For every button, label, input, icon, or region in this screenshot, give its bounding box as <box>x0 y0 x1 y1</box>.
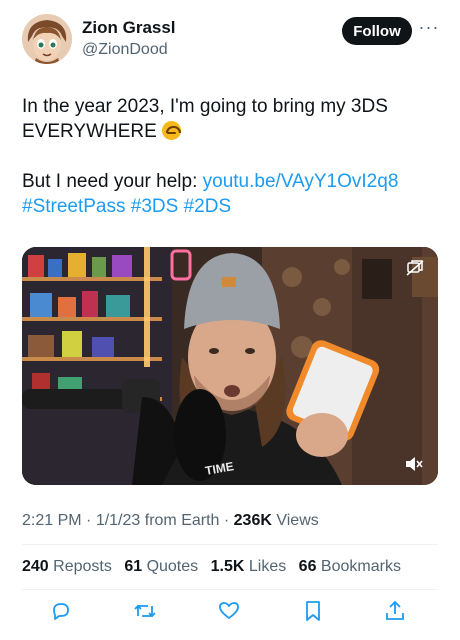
sensitive-media-icon[interactable] <box>406 259 424 277</box>
upside-down-face-icon <box>162 121 182 140</box>
stat-likes-count: 1.5K <box>210 558 245 575</box>
avatar[interactable] <box>22 14 72 64</box>
engagement-stats: 240 Reposts 61 Quotes 1.5K Likes 66 Book… <box>22 558 409 576</box>
author-name[interactable]: Zion Grassl <box>82 18 176 38</box>
stat-likes[interactable]: 1.5K Likes <box>211 558 287 575</box>
repost-icon[interactable] <box>132 598 158 624</box>
more-options-icon[interactable]: ··· <box>418 18 440 40</box>
stat-reposts-count: 240 <box>22 558 49 575</box>
action-bar <box>22 598 438 626</box>
hashtag-streetpass[interactable]: #StreetPass <box>22 196 126 217</box>
stat-bookmarks-label: Bookmarks <box>320 558 401 575</box>
tweet-link[interactable]: youtu.be/VAyY1OvI2q8 <box>203 171 399 192</box>
share-icon[interactable] <box>382 598 408 624</box>
like-icon[interactable] <box>216 598 242 624</box>
stat-likes-label: Likes <box>248 558 287 575</box>
bookmark-icon[interactable] <box>300 598 326 624</box>
tweet-line-2: But I need your help: youtu.be/VAyY1OvI2… <box>22 169 442 219</box>
tweet-line-2-prefix: But I need your help: <box>22 171 203 192</box>
author-handle[interactable]: @ZionDood <box>82 41 168 59</box>
views-count: 236K <box>233 512 272 529</box>
stat-bookmarks-count: 66 <box>298 558 317 575</box>
tweet-line-1: In the year 2023, I'm going to bring my … <box>22 94 442 144</box>
tweet-time[interactable]: 2:21 PM <box>22 512 82 529</box>
stat-quotes-count: 61 <box>124 558 143 575</box>
tweet-date[interactable]: 1/1/23 <box>96 512 140 529</box>
stat-quotes[interactable]: 61 Quotes <box>124 558 198 575</box>
video-media[interactable]: TIME <box>22 247 438 485</box>
reply-icon[interactable] <box>48 598 74 624</box>
hashtag-3ds[interactable]: #3DS <box>131 196 179 217</box>
tweet-header: Zion Grassl @ZionDood Follow ··· <box>22 14 442 66</box>
stat-reposts-label: Reposts <box>53 558 112 575</box>
mute-icon[interactable] <box>404 455 424 473</box>
stat-quotes-label: Quotes <box>146 558 199 575</box>
tweet-source: from Earth <box>144 512 220 529</box>
hashtag-2ds[interactable]: #2DS <box>184 196 232 217</box>
follow-button[interactable]: Follow <box>342 17 412 45</box>
tweet-text: In the year 2023, I'm going to bring my … <box>22 94 442 244</box>
stat-reposts[interactable]: 240 Reposts <box>22 558 112 575</box>
views-label: Views <box>276 512 319 529</box>
divider-top <box>22 544 438 545</box>
tweet-line-1-text: In the year 2023, I'm going to bring my … <box>22 96 388 142</box>
divider-bottom <box>22 589 438 590</box>
tweet-meta: 2:21 PM · 1/1/23 from Earth · 236K Views <box>22 512 319 529</box>
stat-bookmarks[interactable]: 66 Bookmarks <box>299 558 401 575</box>
